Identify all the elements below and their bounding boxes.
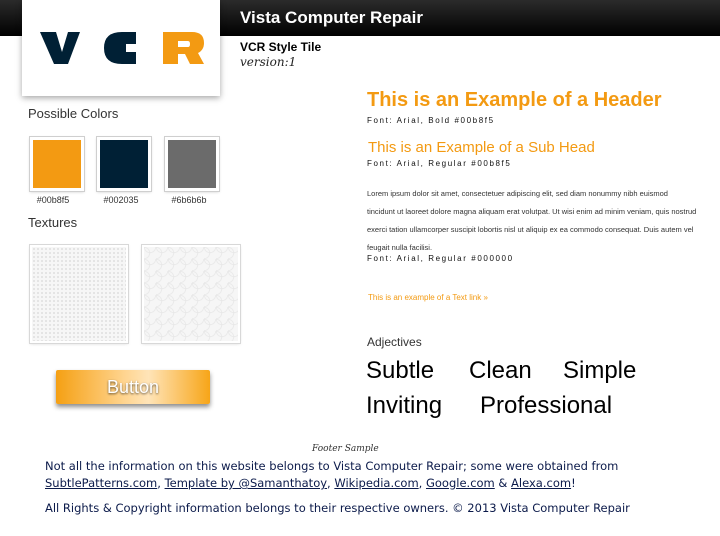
footer-link-subtlepatterns[interactable]: SubtlePatterns.com <box>45 476 157 490</box>
footer-separator: , <box>418 476 426 490</box>
color-swatch-label: #00b8f5 <box>36 195 70 205</box>
texture-sample-waves <box>142 245 240 343</box>
color-swatch <box>30 137 84 191</box>
possible-colors-heading: Possible Colors <box>28 106 119 121</box>
logo <box>22 0 220 96</box>
adjective-word: Clean <box>469 357 532 384</box>
footer-disclaimer-line: Not all the information on this website … <box>45 459 619 473</box>
logo-letter-v <box>40 32 80 64</box>
adjective-word: Subtle <box>366 357 435 384</box>
color-swatch-label: #6b6b6b <box>171 195 207 205</box>
vcr-logo-graphic <box>40 32 204 64</box>
subhead-font-note: Font: Arial, Regular #00b8f5 <box>367 159 512 168</box>
logo-letter-c <box>104 32 136 64</box>
adjectives-heading: Adjectives <box>367 335 422 349</box>
example-text-link[interactable]: This is an example of a Text link » <box>368 293 488 302</box>
color-swatch <box>165 137 219 191</box>
adjective-word: Simple <box>563 357 637 384</box>
adjective-word: Professional <box>480 392 613 419</box>
footer-link-wikipedia[interactable]: Wikipedia.com <box>334 476 418 490</box>
header-font-note: Font: Arial, Bold #00b8f5 <box>367 116 495 125</box>
color-swatch <box>97 137 151 191</box>
logo-letter-r <box>163 32 204 64</box>
body-font-note: Font: Arial, Regular #000000 <box>367 254 514 263</box>
footer-sample-label: Footer Sample <box>312 444 379 454</box>
footer-link-template[interactable]: Template by @Samanthatoy <box>165 476 327 490</box>
footer-link-google[interactable]: Google.com <box>426 476 495 490</box>
footer-separator: & <box>494 476 512 490</box>
texture-sample-dots <box>30 245 128 343</box>
style-tile-name: VCR Style Tile <box>240 40 322 54</box>
example-subhead: This is an Example of a Sub Head <box>368 139 595 156</box>
style-tile-version: version:1 <box>240 55 297 69</box>
footer-end-mark: ! <box>571 476 576 490</box>
body-text-sample: Lorem ipsum dolor sit amet, consectetuer… <box>367 189 697 252</box>
color-swatch-label: #002035 <box>103 195 139 205</box>
adjective-word: Inviting <box>366 392 443 419</box>
footer-copyright-line: All Rights & Copyright information belon… <box>45 501 630 515</box>
footer-link-alexa[interactable]: Alexa.com <box>511 476 571 490</box>
textures-heading: Textures <box>28 215 78 230</box>
site-title: Vista Computer Repair <box>240 8 423 27</box>
footer-sources-line: SubtlePatterns.com, Template by @Samanth… <box>45 476 576 490</box>
sample-button[interactable]: Button <box>56 370 210 404</box>
example-header: This is an Example of a Header <box>367 89 662 111</box>
footer-separator: , <box>157 476 165 490</box>
